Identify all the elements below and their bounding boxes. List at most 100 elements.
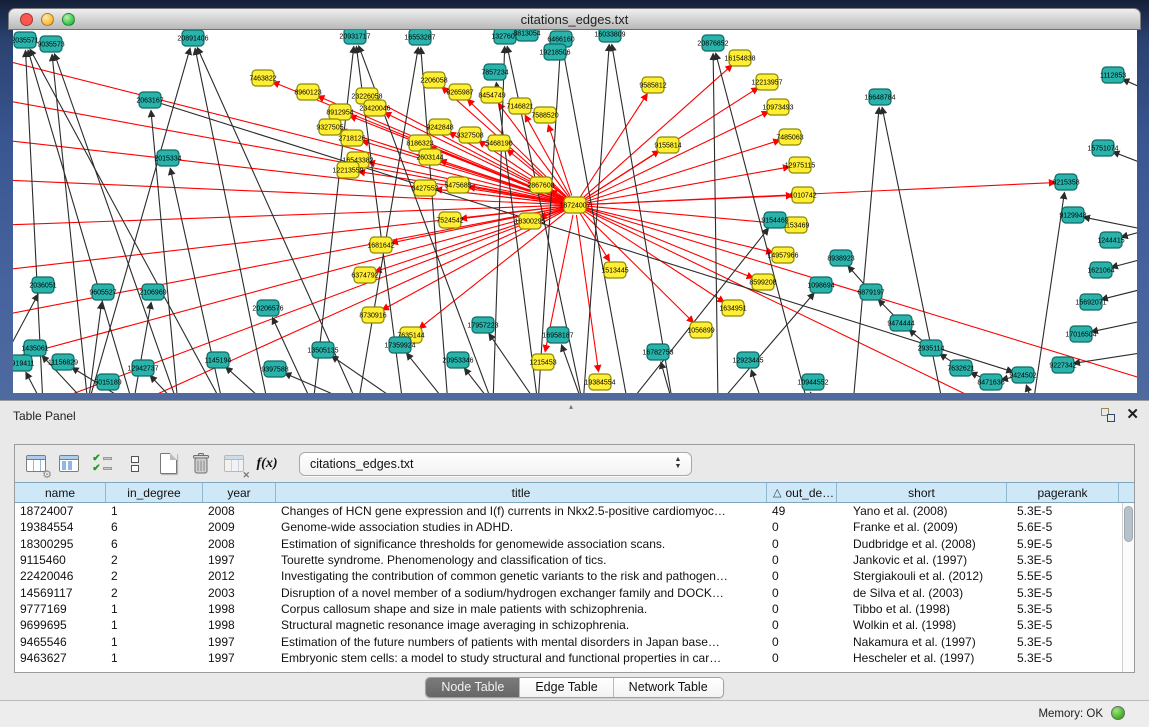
panel-close-icon[interactable]: ✕ — [1126, 405, 1139, 423]
selected-node[interactable]: 7485063 — [776, 129, 803, 145]
selected-node[interactable]: 9242848 — [426, 119, 453, 135]
graph-node[interactable]: 2935114 — [918, 340, 945, 356]
selected-edge[interactable] — [580, 94, 647, 196]
edge[interactable] — [1074, 352, 1137, 363]
selected-node[interactable]: 8599208 — [749, 274, 776, 290]
selected-node[interactable]: 8427552 — [411, 180, 438, 196]
graph-node[interactable]: 17016504 — [1065, 326, 1096, 342]
selected-node[interactable]: 9585812 — [639, 77, 666, 93]
edge[interactable] — [1092, 320, 1137, 332]
graph-node[interactable]: 12942737 — [127, 360, 158, 376]
selected-node[interactable]: 5475685 — [444, 177, 471, 193]
selected-node[interactable]: 7463822 — [249, 70, 276, 86]
selected-node[interactable]: 7524542 — [436, 212, 463, 228]
edge[interactable] — [1084, 217, 1137, 230]
edge[interactable] — [30, 50, 223, 393]
graph-node[interactable]: 16033809 — [594, 30, 625, 42]
table-row[interactable]: 946362711997Embryonic stem cells: a mode… — [15, 650, 1122, 666]
selected-edge[interactable] — [133, 209, 566, 393]
edge[interactable] — [313, 47, 354, 393]
graph-node[interactable]: 6879197 — [857, 284, 884, 300]
table-row[interactable]: 969969511998Structural magnetic resonanc… — [15, 617, 1122, 633]
citation-network-graph[interactable]: 1872400774638228960123891295423226058932… — [13, 30, 1137, 393]
selected-node[interactable]: 16154838 — [724, 50, 755, 66]
graph-node[interactable]: 9035573 — [37, 36, 64, 52]
graph-node[interactable]: 8215358 — [1052, 174, 1079, 190]
selected-node[interactable]: 6374792 — [351, 267, 378, 283]
network-view-canvas[interactable]: 1872400774638228960123891295423226058932… — [13, 30, 1137, 393]
selected-node[interactable]: 7588520 — [531, 107, 558, 123]
selected-edge[interactable] — [420, 211, 568, 328]
selected-node[interactable]: 8265987 — [446, 84, 473, 100]
selected-node[interactable]: 9327508 — [456, 127, 483, 143]
graph-node[interactable]: 11156829 — [48, 354, 78, 370]
selected-node[interactable]: 10973493 — [762, 99, 793, 115]
edge[interactable] — [26, 373, 43, 393]
graph-node[interactable]: 17359924 — [384, 337, 415, 353]
graph-node[interactable]: 1098694 — [807, 277, 834, 293]
selected-node[interactable]: 5468190 — [485, 135, 512, 151]
column-header-year[interactable]: year — [203, 483, 276, 502]
selected-node[interactable]: 2206058 — [420, 72, 447, 88]
selected-node[interactable]: 1681642 — [367, 237, 394, 253]
minimize-window-button[interactable] — [41, 13, 54, 26]
graph-node[interactable]: 20953346 — [442, 352, 473, 368]
selected-node[interactable]: 12213957 — [751, 74, 782, 90]
row-options-icon[interactable] — [122, 451, 148, 477]
network-table-select[interactable]: citations_edges.txt ▲▼ — [299, 452, 692, 476]
column-header-title[interactable]: title — [276, 483, 767, 502]
graph-node[interactable]: 9397588 — [261, 361, 288, 377]
graph-node[interactable]: 15692071 — [1075, 294, 1106, 310]
selected-node[interactable]: 2603144 — [416, 149, 443, 165]
graph-node[interactable]: 1621064 — [1087, 262, 1114, 278]
vertical-scrollbar[interactable] — [1122, 503, 1134, 672]
graph-node[interactable]: 12923445 — [732, 352, 763, 368]
graph-node[interactable]: 13505135 — [307, 342, 338, 358]
edge[interactable] — [751, 370, 763, 393]
edge[interactable] — [848, 266, 864, 284]
graph-node[interactable]: 9424502 — [1009, 367, 1036, 383]
close-window-button[interactable] — [20, 13, 33, 26]
graph-node[interactable]: 9474444 — [887, 315, 914, 331]
selected-node[interactable]: 2867608 — [527, 177, 554, 193]
graph-node[interactable]: 9227342 — [1049, 357, 1076, 373]
edge[interactable] — [1112, 258, 1137, 267]
edge[interactable] — [151, 376, 178, 393]
selected-node[interactable]: 1215453 — [529, 354, 556, 370]
graph-node[interactable]: 2106969 — [139, 284, 166, 300]
graph-node[interactable]: 9129948 — [1059, 207, 1086, 223]
graph-node[interactable]: 17957223 — [467, 317, 498, 333]
edge[interactable] — [1113, 152, 1137, 165]
selected-node[interactable]: 8912954 — [326, 104, 353, 120]
selected-edge[interactable] — [13, 60, 565, 203]
graph-node[interactable]: 8471636 — [977, 374, 1004, 390]
scrollbar-thumb[interactable] — [1124, 506, 1133, 542]
graph-node[interactable]: 16553287 — [404, 30, 435, 45]
new-table-icon[interactable] — [155, 451, 181, 477]
float-window-icon[interactable] — [1101, 408, 1115, 422]
selected-node[interactable]: 12213559 — [332, 162, 363, 178]
selected-node[interactable]: 8960123 — [294, 84, 321, 100]
graph-node[interactable]: 15751074 — [1087, 140, 1118, 156]
selected-node[interactable]: 18724007 — [559, 197, 590, 213]
graph-node[interactable]: 7857234 — [481, 64, 508, 80]
edge[interactable] — [465, 369, 493, 393]
selected-node[interactable]: 1010742 — [789, 187, 816, 203]
zoom-window-button[interactable] — [62, 13, 75, 26]
edge[interactable] — [273, 318, 313, 393]
selected-node[interactable]: 19384554 — [584, 374, 615, 390]
graph-node[interactable]: 5015189 — [94, 374, 121, 390]
graph-node[interactable]: 2063167 — [136, 92, 163, 108]
graph-node[interactable]: 2015334 — [154, 150, 181, 166]
table-row[interactable]: 1830029562008Estimation of significance … — [15, 536, 1122, 552]
selected-node[interactable]: 1634951 — [719, 300, 746, 316]
edge[interactable] — [133, 303, 151, 393]
edge[interactable] — [563, 50, 628, 393]
graph-node[interactable]: 2035571 — [13, 32, 39, 48]
graph-node[interactable]: 10944552 — [797, 374, 828, 390]
graph-node[interactable]: 16648784 — [864, 89, 895, 105]
edge[interactable] — [195, 49, 268, 393]
table-settings-icon[interactable]: ⚙ — [23, 451, 49, 477]
network-window-titlebar[interactable]: citations_edges.txt — [8, 8, 1141, 30]
graph-node[interactable]: 20891406 — [177, 30, 208, 46]
